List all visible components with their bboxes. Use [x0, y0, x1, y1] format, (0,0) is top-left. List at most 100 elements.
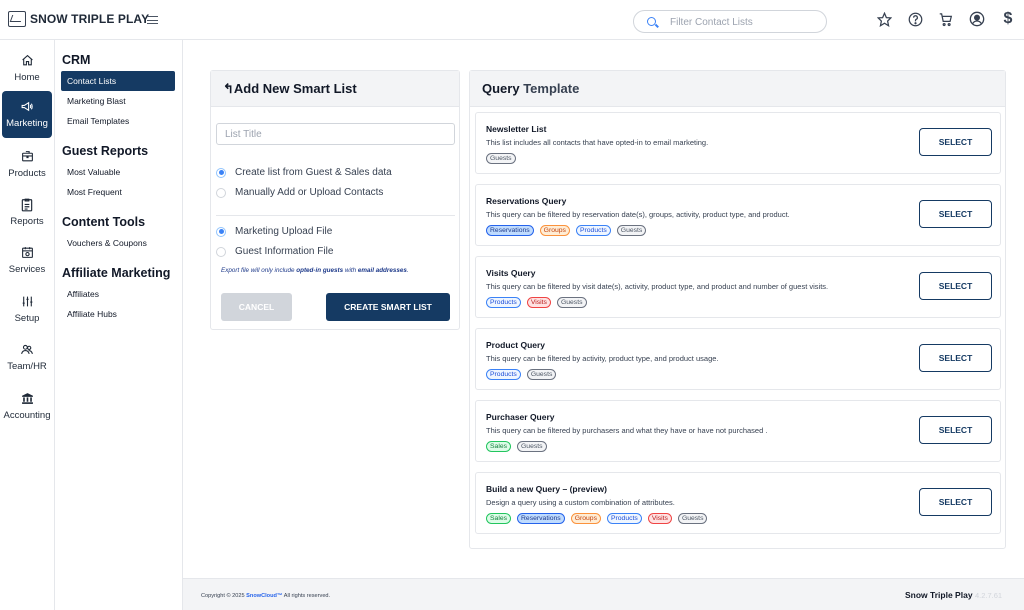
nav-accounting[interactable]: Accounting [2, 383, 52, 429]
radio-unselected[interactable] [216, 187, 226, 198]
source-option-manual-upload[interactable]: Manually Add or Upload Contacts [216, 187, 383, 198]
export-hint: Export file will only include opted-in g… [221, 267, 409, 274]
radio-selected[interactable] [216, 167, 226, 178]
nav-services[interactable]: Services [2, 237, 52, 283]
query-tags: Guests [486, 153, 516, 164]
tag-products: Products [486, 297, 521, 308]
nav-label: Home [14, 71, 40, 83]
nav-label: Products [8, 167, 46, 179]
tag-visits: Visits [526, 297, 551, 308]
help-icon[interactable] [905, 9, 925, 29]
query-name: Newsletter List [486, 124, 547, 134]
query-name: Build a new Query – (preview) [486, 484, 607, 494]
radio-selected[interactable] [216, 226, 226, 237]
query-template-card: Query Template Newsletter List This list … [469, 70, 1006, 549]
nav-reports[interactable]: Reports [2, 189, 52, 235]
smart-list-title: ↰Add New Smart List [223, 81, 357, 96]
nav-label: Reports [10, 215, 44, 227]
query-description: This query can be filtered by reservatio… [486, 210, 790, 219]
smart-list-card-header: ↰Add New Smart List [211, 71, 459, 107]
select-query-button[interactable]: SELECT [919, 128, 992, 156]
snowcloud-link[interactable]: SnowCloud™ [246, 593, 282, 599]
top-bar: SNOW TRIPLE PLAY $ [0, 0, 1024, 40]
query-name: Purchaser Query [486, 412, 555, 422]
section-nav: CRM Contact Lists Marketing Blast Email … [55, 40, 183, 610]
nav-setup[interactable]: Setup [2, 286, 52, 332]
version-label: 4.2.7.61 [975, 591, 1003, 600]
query-template-header: Query Template [470, 71, 1005, 107]
query-description: This list includes all contacts that hav… [486, 138, 709, 147]
sublink-marketing-blast[interactable]: Marketing Blast [61, 91, 175, 111]
select-query-button[interactable]: SELECT [919, 272, 992, 300]
star-icon[interactable] [874, 9, 894, 29]
query-description: This query can be filtered by activity, … [486, 354, 719, 363]
sublink-affiliates[interactable]: Affiliates [61, 284, 175, 304]
tag-groups: Groups [539, 225, 570, 236]
query-tags: Products Guests [486, 369, 557, 380]
query-item: Purchaser Query This query can be filtere… [475, 400, 1001, 462]
footer: Copyright © 2025 SnowCloud™ All rights r… [183, 578, 1024, 610]
search-icon [647, 17, 656, 26]
tag-groups: Groups [570, 513, 601, 524]
file-option-marketing-upload[interactable]: Marketing Upload File [216, 226, 332, 237]
query-item: Build a new Query – (preview) Design a qu… [475, 472, 1001, 534]
query-tags: Sales Reservations Groups Products Visits Gue… [486, 513, 708, 524]
query-name: Product Query [486, 340, 546, 350]
query-description: This query can be filtered by purchasers… [486, 426, 768, 435]
brand[interactable]: SNOW TRIPLE PLAY [8, 11, 149, 27]
nav-marketing[interactable]: Marketing [2, 91, 52, 138]
query-item: Reservations Query This query can be filt… [475, 184, 1001, 246]
search-box [633, 10, 827, 33]
create-smart-list-button[interactable]: CREATE SMART LIST [326, 293, 450, 321]
setup-icon [21, 295, 34, 311]
select-query-button[interactable]: SELECT [919, 344, 992, 372]
sublink-email-templates[interactable]: Email Templates [61, 111, 175, 131]
tag-guests: Guests [556, 297, 587, 308]
copyright: Copyright © 2025 SnowCloud™ All rights r… [201, 593, 331, 599]
brand-logo-icon [8, 11, 26, 27]
source-option-guest-sales[interactable]: Create list from Guest & Sales data [216, 167, 392, 178]
tag-visits: Visits [647, 513, 672, 524]
select-query-button[interactable]: SELECT [919, 200, 992, 228]
main-nav-rail: Home Marketing Products Reports Services… [0, 40, 55, 610]
menu-toggle-icon[interactable] [147, 16, 158, 27]
tag-guests: Guests [677, 513, 708, 524]
sublink-most-valuable[interactable]: Most Valuable [61, 162, 175, 182]
nav-label: Setup [14, 312, 40, 324]
reports-icon [21, 198, 33, 214]
tag-products: Products [486, 369, 521, 380]
smart-list-card: ↰Add New Smart List Create list from Gue… [210, 70, 460, 330]
cancel-button[interactable]: CANCEL [221, 293, 292, 321]
nav-label: Services [8, 263, 46, 275]
tag-guests: Guests [616, 225, 647, 236]
radio-unselected[interactable] [216, 246, 226, 257]
nav-home[interactable]: Home [2, 45, 52, 91]
bank-icon [21, 392, 34, 408]
nav-products[interactable]: Products [2, 141, 52, 187]
query-description: This query can be filtered by visit date… [486, 282, 829, 291]
nav-team-hr[interactable]: Team/HR [2, 334, 52, 380]
cart-icon[interactable] [936, 9, 956, 29]
tag-guests: Guests [486, 153, 516, 164]
nav-label: Team/HR [7, 360, 47, 372]
list-title-input[interactable] [216, 123, 455, 145]
sublink-vouchers-coupons[interactable]: Vouchers & Coupons [61, 233, 175, 253]
sublink-contact-lists[interactable]: Contact Lists [61, 71, 175, 91]
query-name: Reservations Query [486, 196, 567, 206]
select-query-button[interactable]: SELECT [919, 488, 992, 516]
back-arrow-icon[interactable]: ↰ [223, 81, 234, 96]
select-query-button[interactable]: SELECT [919, 416, 992, 444]
tag-guests: Guests [517, 441, 547, 452]
radio-label: Manually Add or Upload Contacts [235, 187, 384, 198]
user-icon[interactable] [967, 9, 987, 29]
dollar-icon[interactable]: $ [998, 9, 1018, 29]
query-item: Visits Query This query can be filtered b… [475, 256, 1001, 318]
search-input[interactable] [670, 14, 820, 30]
brand-name: SNOW TRIPLE PLAY [30, 12, 150, 26]
main-content: ↰Add New Smart List Create list from Gue… [183, 40, 1024, 578]
file-option-guest-information[interactable]: Guest Information File [216, 246, 333, 257]
section-title-affiliate-marketing: Affiliate Marketing [62, 266, 171, 280]
sublink-most-frequent[interactable]: Most Frequent [61, 182, 175, 202]
sublink-affiliate-hubs[interactable]: Affiliate Hubs [61, 304, 175, 324]
query-tags: Sales Guests [486, 441, 547, 452]
